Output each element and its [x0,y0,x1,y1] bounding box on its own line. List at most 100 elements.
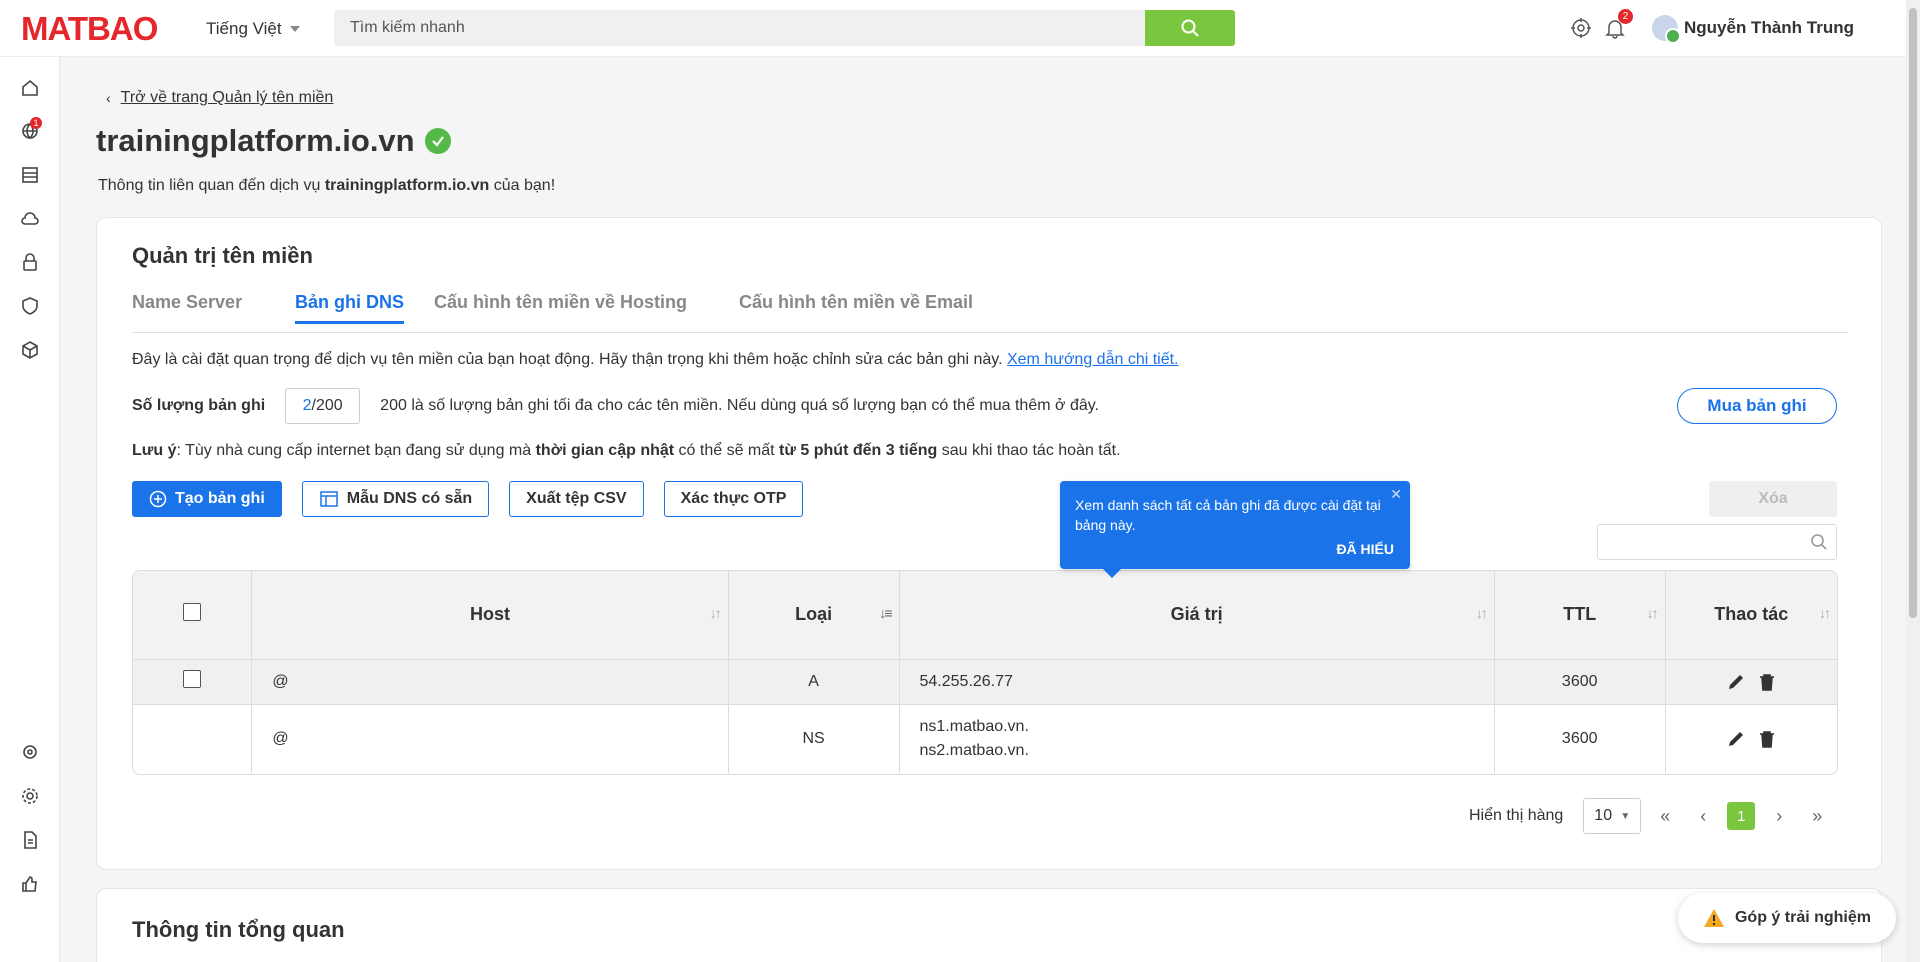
back-link[interactable]: ‹ Trở về trang Quản lý tên miền [106,89,333,107]
actions-cell [1665,703,1837,773]
language-selector[interactable]: Tiếng Việt [206,19,300,39]
tab-name-server[interactable]: Name Server [132,292,242,321]
subtitle-prefix: Thông tin liên quan đến dịch vụ [98,177,321,194]
column-type[interactable]: Loại ↓≡ [728,571,900,659]
cloud-icon[interactable] [20,209,40,229]
column-ttl[interactable]: TTL ↓↑ [1494,571,1666,659]
user-menu[interactable]: Nguyễn Thành Trung [1652,15,1854,44]
note-text-1: : Tùy nhà cung cấp internet bạn đang sử … [176,442,532,459]
table-search-input[interactable] [1597,524,1837,560]
column-type-label: Loại [795,604,833,625]
column-actions[interactable]: Thao tác ↓↑ [1665,571,1837,659]
subtitle-suffix: của bạn! [493,177,556,194]
close-icon[interactable]: ✕ [1390,484,1402,504]
column-ttl-label: TTL [1563,604,1597,625]
type-cell: A [728,658,900,704]
prev-page-icon[interactable]: ‹ [1689,806,1717,827]
edit-icon[interactable] [1726,672,1746,692]
value-line-2: ns2.matbao.vn. [919,741,1029,759]
table-row[interactable]: @ A 54.255.26.77 3600 [133,658,1837,704]
update-note: Lưu ý: Tùy nhà cung cấp internet bạn đan… [132,442,1121,460]
table-row[interactable]: @ NS ns1.matbao.vn. ns2.matbao.vn. 3600 [133,703,1837,773]
search-icon [1181,19,1199,37]
column-actions-label: Thao tác [1714,604,1789,625]
page-number-current[interactable]: 1 [1727,802,1756,830]
select-all-checkbox[interactable] [183,603,202,622]
page-size-label: Hiển thị hàng [1469,807,1564,824]
delete-button[interactable]: Xóa [1709,481,1837,517]
user-name: Nguyễn Thành Trung [1684,18,1854,37]
last-page-icon[interactable]: » [1803,806,1831,827]
server-icon[interactable] [20,165,40,185]
target-icon[interactable] [1570,17,1592,39]
notification-badge: 2 [1618,9,1633,24]
record-count-current: 2 [302,397,312,414]
scrollbar-thumb[interactable] [1909,8,1917,618]
table-header-row: Host ↓↑ Loại ↓≡ Giá trị ↓↑ TTL ↓↑ Thao tác ↓↑ [133,571,1837,659]
dns-templates-button[interactable]: Mẫu DNS có sẵn [301,481,490,517]
search-button[interactable] [1145,10,1235,46]
sort-icon[interactable]: ↓↑ [1476,605,1488,621]
export-csv-button[interactable]: Xuất tệp CSV [509,481,644,517]
host-cell: @ [251,658,729,704]
buy-records-button[interactable]: Mua bản ghi [1677,388,1837,424]
search-input[interactable] [334,10,1146,46]
note-bold-2: từ 5 phút đến 3 tiếng [779,442,938,459]
column-host[interactable]: Host ↓↑ [251,571,729,659]
page-size-select[interactable]: 10 ▼ [1583,798,1642,834]
plus-circle-icon [149,490,167,508]
dns-templates-label: Mẫu DNS có sẵn [346,490,473,507]
page-title: trainingplatform.io.vn [96,123,451,159]
feedback-button[interactable]: Góp ý trải nghiệm [1678,893,1896,943]
top-bar: MATBAO Tiếng Việt 2 Nguyễn Thành Trung [0,0,1906,57]
trash-icon[interactable] [1758,672,1776,692]
sidebar: 1 [0,57,60,962]
domain-name: trainingplatform.io.vn [96,123,415,158]
sort-icon[interactable]: ↓↑ [710,605,722,621]
card-title: Quản trị tên miền [132,243,313,268]
tooltip-text: Xem danh sách tất cả bản ghi đã được cài… [1075,497,1381,533]
support-icon[interactable] [20,742,40,762]
edit-icon[interactable] [1726,729,1746,749]
overview-card: Thông tin tổng quan [96,888,1882,962]
shield-icon[interactable] [20,296,40,316]
column-value-label: Giá trị [1170,604,1223,625]
sort-icon[interactable]: ↓↑ [1819,605,1831,621]
onboarding-tooltip: ✕ Xem danh sách tất cả bản ghi đã được c… [1060,481,1410,578]
chevron-down-icon [289,26,300,32]
box-icon[interactable] [20,340,40,360]
matbao-logo[interactable]: MATBAO [21,10,158,48]
column-value[interactable]: Giá trị ↓↑ [899,571,1495,659]
first-page-icon[interactable]: « [1651,806,1679,827]
check-circle-icon [424,128,451,154]
host-cell: @ [251,703,729,773]
create-record-button[interactable]: Tạo bản ghi [132,481,282,517]
lock-icon[interactable] [20,252,40,272]
chevron-down-icon: ▼ [1620,810,1631,822]
trash-icon[interactable] [1758,729,1776,749]
record-count-box: 2/200 [285,388,361,424]
settings-icon[interactable] [20,786,40,806]
overview-title: Thông tin tổng quan [132,917,345,942]
otp-verify-button[interactable]: Xác thực OTP [663,481,804,517]
tab-hosting-config[interactable]: Cấu hình tên miền về Hosting [434,292,687,321]
home-icon[interactable] [20,78,40,98]
select-all-cell [133,571,253,659]
row-select-cell [133,658,253,704]
thumbs-up-icon[interactable] [20,874,40,894]
row-checkbox[interactable] [183,670,202,688]
sort-icon[interactable]: ↓↑ [1647,605,1659,621]
tab-email-config[interactable]: Cấu hình tên miền về Email [739,292,973,321]
next-page-icon[interactable]: › [1765,806,1793,827]
tooltip-ok-button[interactable]: ĐÃ HIỂU [1336,539,1394,559]
create-record-label: Tạo bản ghi [175,490,265,507]
dns-records-table: Host ↓↑ Loại ↓≡ Giá trị ↓↑ TTL ↓↑ Thao tác ↓↑… [132,570,1838,775]
tab-dns-records[interactable]: Bản ghi DNS [295,292,405,324]
guide-link[interactable]: Xem hướng dẫn chi tiết. [1007,351,1179,368]
avatar [1652,15,1681,44]
document-icon[interactable] [20,830,40,850]
domain-admin-card: Quản trị tên miền Name Server Bản ghi DN… [96,217,1882,870]
sort-active-icon[interactable]: ↓≡ [879,605,892,621]
scrollbar[interactable] [1906,0,1920,962]
action-buttons: Tạo bản ghi Mẫu DNS có sẵn Xuất tệp CSV … [132,481,804,517]
